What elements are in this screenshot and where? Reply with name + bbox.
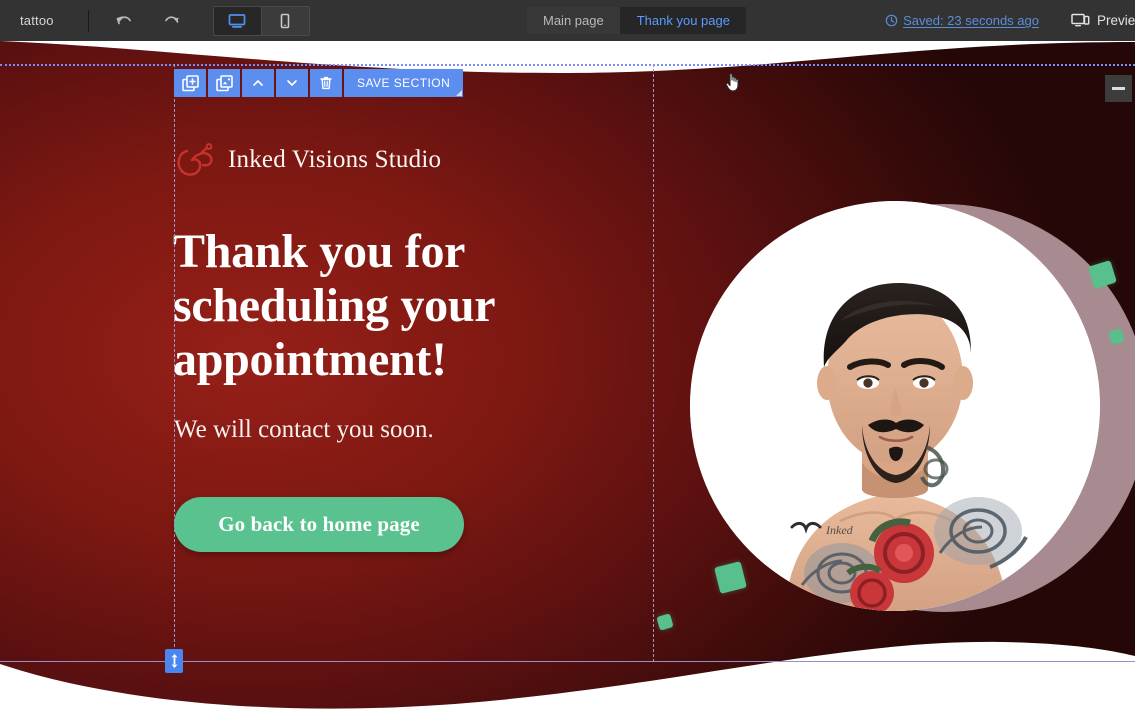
- hero-section[interactable]: Inked Inked Visions Studio Thank you for…: [0, 41, 1135, 720]
- trash-icon: [320, 76, 332, 90]
- column-guide-left: [174, 64, 175, 662]
- column-guide-right: [653, 64, 654, 662]
- wave-divider-top: [0, 41, 1135, 73]
- chevron-up-icon: [253, 80, 263, 86]
- tattoo-machine-outline-icon: [177, 143, 213, 176]
- page-tabs: Main page Thank you page: [527, 7, 746, 34]
- site-logo[interactable]: Inked Visions Studio: [174, 140, 441, 180]
- site-logo-text: Inked Visions Studio: [228, 146, 442, 173]
- mobile-phone-icon: [280, 13, 290, 28]
- duplicate-section-icon: [215, 74, 233, 91]
- redo-button[interactable]: [153, 0, 191, 41]
- undo-button[interactable]: [105, 0, 143, 41]
- svg-text:Inked: Inked: [825, 523, 854, 537]
- editor-canvas: Inked Inked Visions Studio Thank you for…: [0, 41, 1135, 720]
- desktop-view-button[interactable]: [213, 6, 262, 35]
- clock-icon: [885, 14, 898, 27]
- page-subtext[interactable]: We will contact you soon.: [174, 416, 434, 444]
- section-top-boundary: [0, 64, 1135, 66]
- save-section-button[interactable]: SAVE SECTION: [344, 69, 464, 97]
- delete-section-button[interactable]: [310, 69, 342, 97]
- move-section-down-button[interactable]: [276, 69, 308, 97]
- tattooed-man-portrait-illustration: Inked: [690, 201, 1100, 611]
- move-section-up-button[interactable]: [242, 69, 274, 97]
- editor-topbar: tattoo Main page Thank you page Saved: 2…: [0, 0, 1135, 41]
- saved-status-link[interactable]: Saved: 23 seconds ago: [885, 13, 1039, 28]
- wave-divider-bottom: [0, 641, 1135, 720]
- chevron-down-icon: [287, 80, 297, 86]
- project-name: tattoo: [20, 13, 54, 28]
- tab-thank-you-page[interactable]: Thank you page: [620, 7, 746, 34]
- desktop-monitor-icon: [228, 13, 246, 28]
- add-block-icon: [181, 74, 199, 91]
- section-resize-handle[interactable]: [165, 649, 183, 673]
- mouse-cursor-hand-icon: [725, 72, 739, 92]
- vertical-resize-arrows-icon: [171, 654, 177, 668]
- go-back-home-button[interactable]: Go back to home page: [174, 497, 464, 552]
- duplicate-section-button[interactable]: [208, 69, 240, 97]
- tab-main-page[interactable]: Main page: [527, 7, 621, 34]
- add-block-button[interactable]: [174, 69, 206, 97]
- portrait-photo: Inked: [690, 201, 1100, 611]
- minus-collapse-icon: [1112, 87, 1125, 90]
- undo-arrow-icon: [116, 15, 131, 24]
- toolbar-divider: [87, 9, 89, 32]
- collapse-section-button[interactable]: [1105, 75, 1132, 102]
- topbar-right-group: Saved: 23 seconds ago Preview: [885, 0, 1135, 41]
- section-toolbar: SAVE SECTION: [174, 69, 464, 97]
- page-headline[interactable]: Thank you for scheduling your appointmen…: [173, 225, 593, 387]
- preview-monitor-icon: [1071, 13, 1090, 27]
- redo-arrow-icon: [164, 15, 179, 23]
- decor-green-square: [656, 613, 674, 631]
- preview-label: Preview: [1096, 13, 1135, 28]
- saved-status-text: Saved: 23 seconds ago: [903, 13, 1039, 28]
- viewport-toggle-group: [212, 5, 310, 36]
- mobile-view-button[interactable]: [261, 6, 309, 35]
- preview-button[interactable]: Preview: [1071, 12, 1135, 29]
